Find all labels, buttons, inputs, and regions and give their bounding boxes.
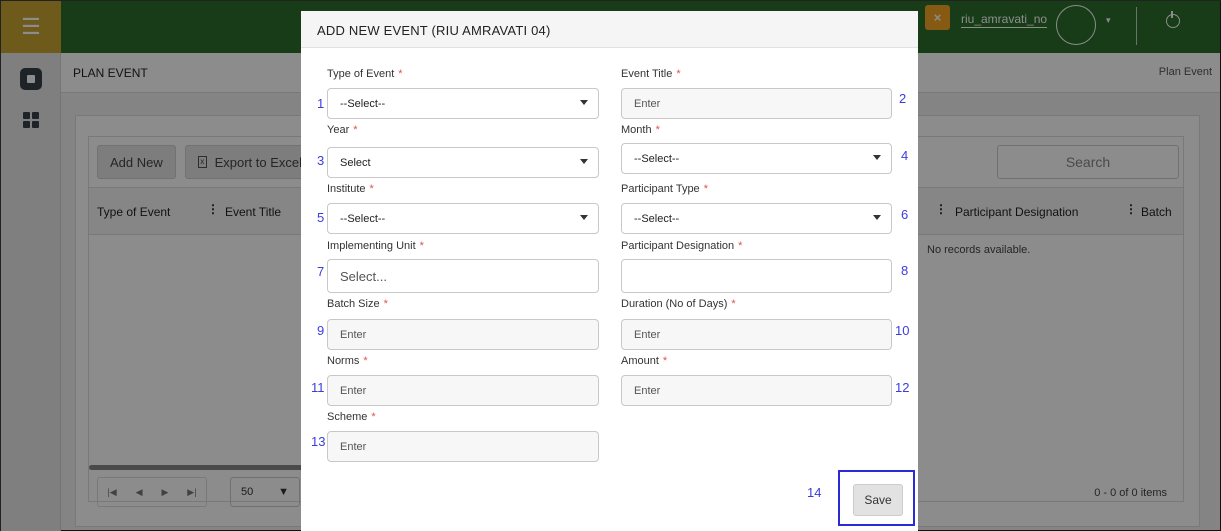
duration-input[interactable]: Enter [621,319,892,350]
event-title-label: Event Title * [621,68,681,80]
batch-size-input[interactable]: Enter [327,319,599,350]
add-event-modal: ADD NEW EVENT (RIU AMRAVATI 04) Type of … [301,11,918,531]
month-label: Month * [621,124,660,136]
month-select[interactable]: --Select-- [621,143,892,174]
field-number-marker: 3 [317,153,325,168]
field-number-marker: 4 [901,148,909,163]
type-of-event-label: Type of Event * [327,68,403,80]
modal-title: ADD NEW EVENT (RIU AMRAVATI 04) [317,23,551,38]
save-button[interactable]: Save [853,484,903,516]
dropdown-arrow-icon [873,215,881,220]
year-select[interactable]: Select [327,147,599,178]
event-title-input[interactable]: Enter [621,88,892,119]
field-number-marker: 5 [317,210,325,225]
implementing-unit-select[interactable]: Select... [327,259,599,293]
field-number-marker: 13 [311,434,326,449]
field-number-marker: 11 [311,380,325,395]
field-number-marker: 7 [317,264,325,279]
field-number-marker: 8 [901,263,909,278]
year-label: Year * [327,124,358,136]
batch-size-label: Batch Size * [327,298,388,310]
norms-input[interactable]: Enter [327,375,599,406]
dropdown-arrow-icon [873,155,881,160]
amount-input[interactable]: Enter [621,375,892,406]
field-number-marker: 9 [317,323,325,338]
participant-type-select[interactable]: --Select-- [621,203,892,234]
type-of-event-select[interactable]: --Select-- [327,88,599,119]
institute-label: Institute * [327,183,374,195]
dropdown-arrow-icon [580,215,588,220]
field-number-marker: 12 [895,380,910,395]
field-number-marker: 2 [899,91,907,106]
norms-label: Norms * [327,355,368,367]
institute-select[interactable]: --Select-- [327,203,599,234]
field-number-marker: 10 [895,323,910,338]
scheme-label: Scheme * [327,411,376,423]
duration-label: Duration (No of Days) * [621,298,736,310]
field-number-marker: 6 [901,207,909,222]
field-number-marker: 1 [317,96,325,111]
amount-label: Amount * [621,355,668,367]
dropdown-arrow-icon [580,100,588,105]
participant-type-label: Participant Type * [621,183,708,195]
field-number-marker: 14 [807,485,822,500]
modal-header: ADD NEW EVENT (RIU AMRAVATI 04) [301,11,918,48]
participant-designation-label: Participant Designation * [621,240,743,252]
participant-designation-input[interactable] [621,259,892,293]
scheme-input[interactable]: Enter [327,431,599,462]
dropdown-arrow-icon [580,159,588,164]
implementing-unit-label: Implementing Unit * [327,240,424,252]
